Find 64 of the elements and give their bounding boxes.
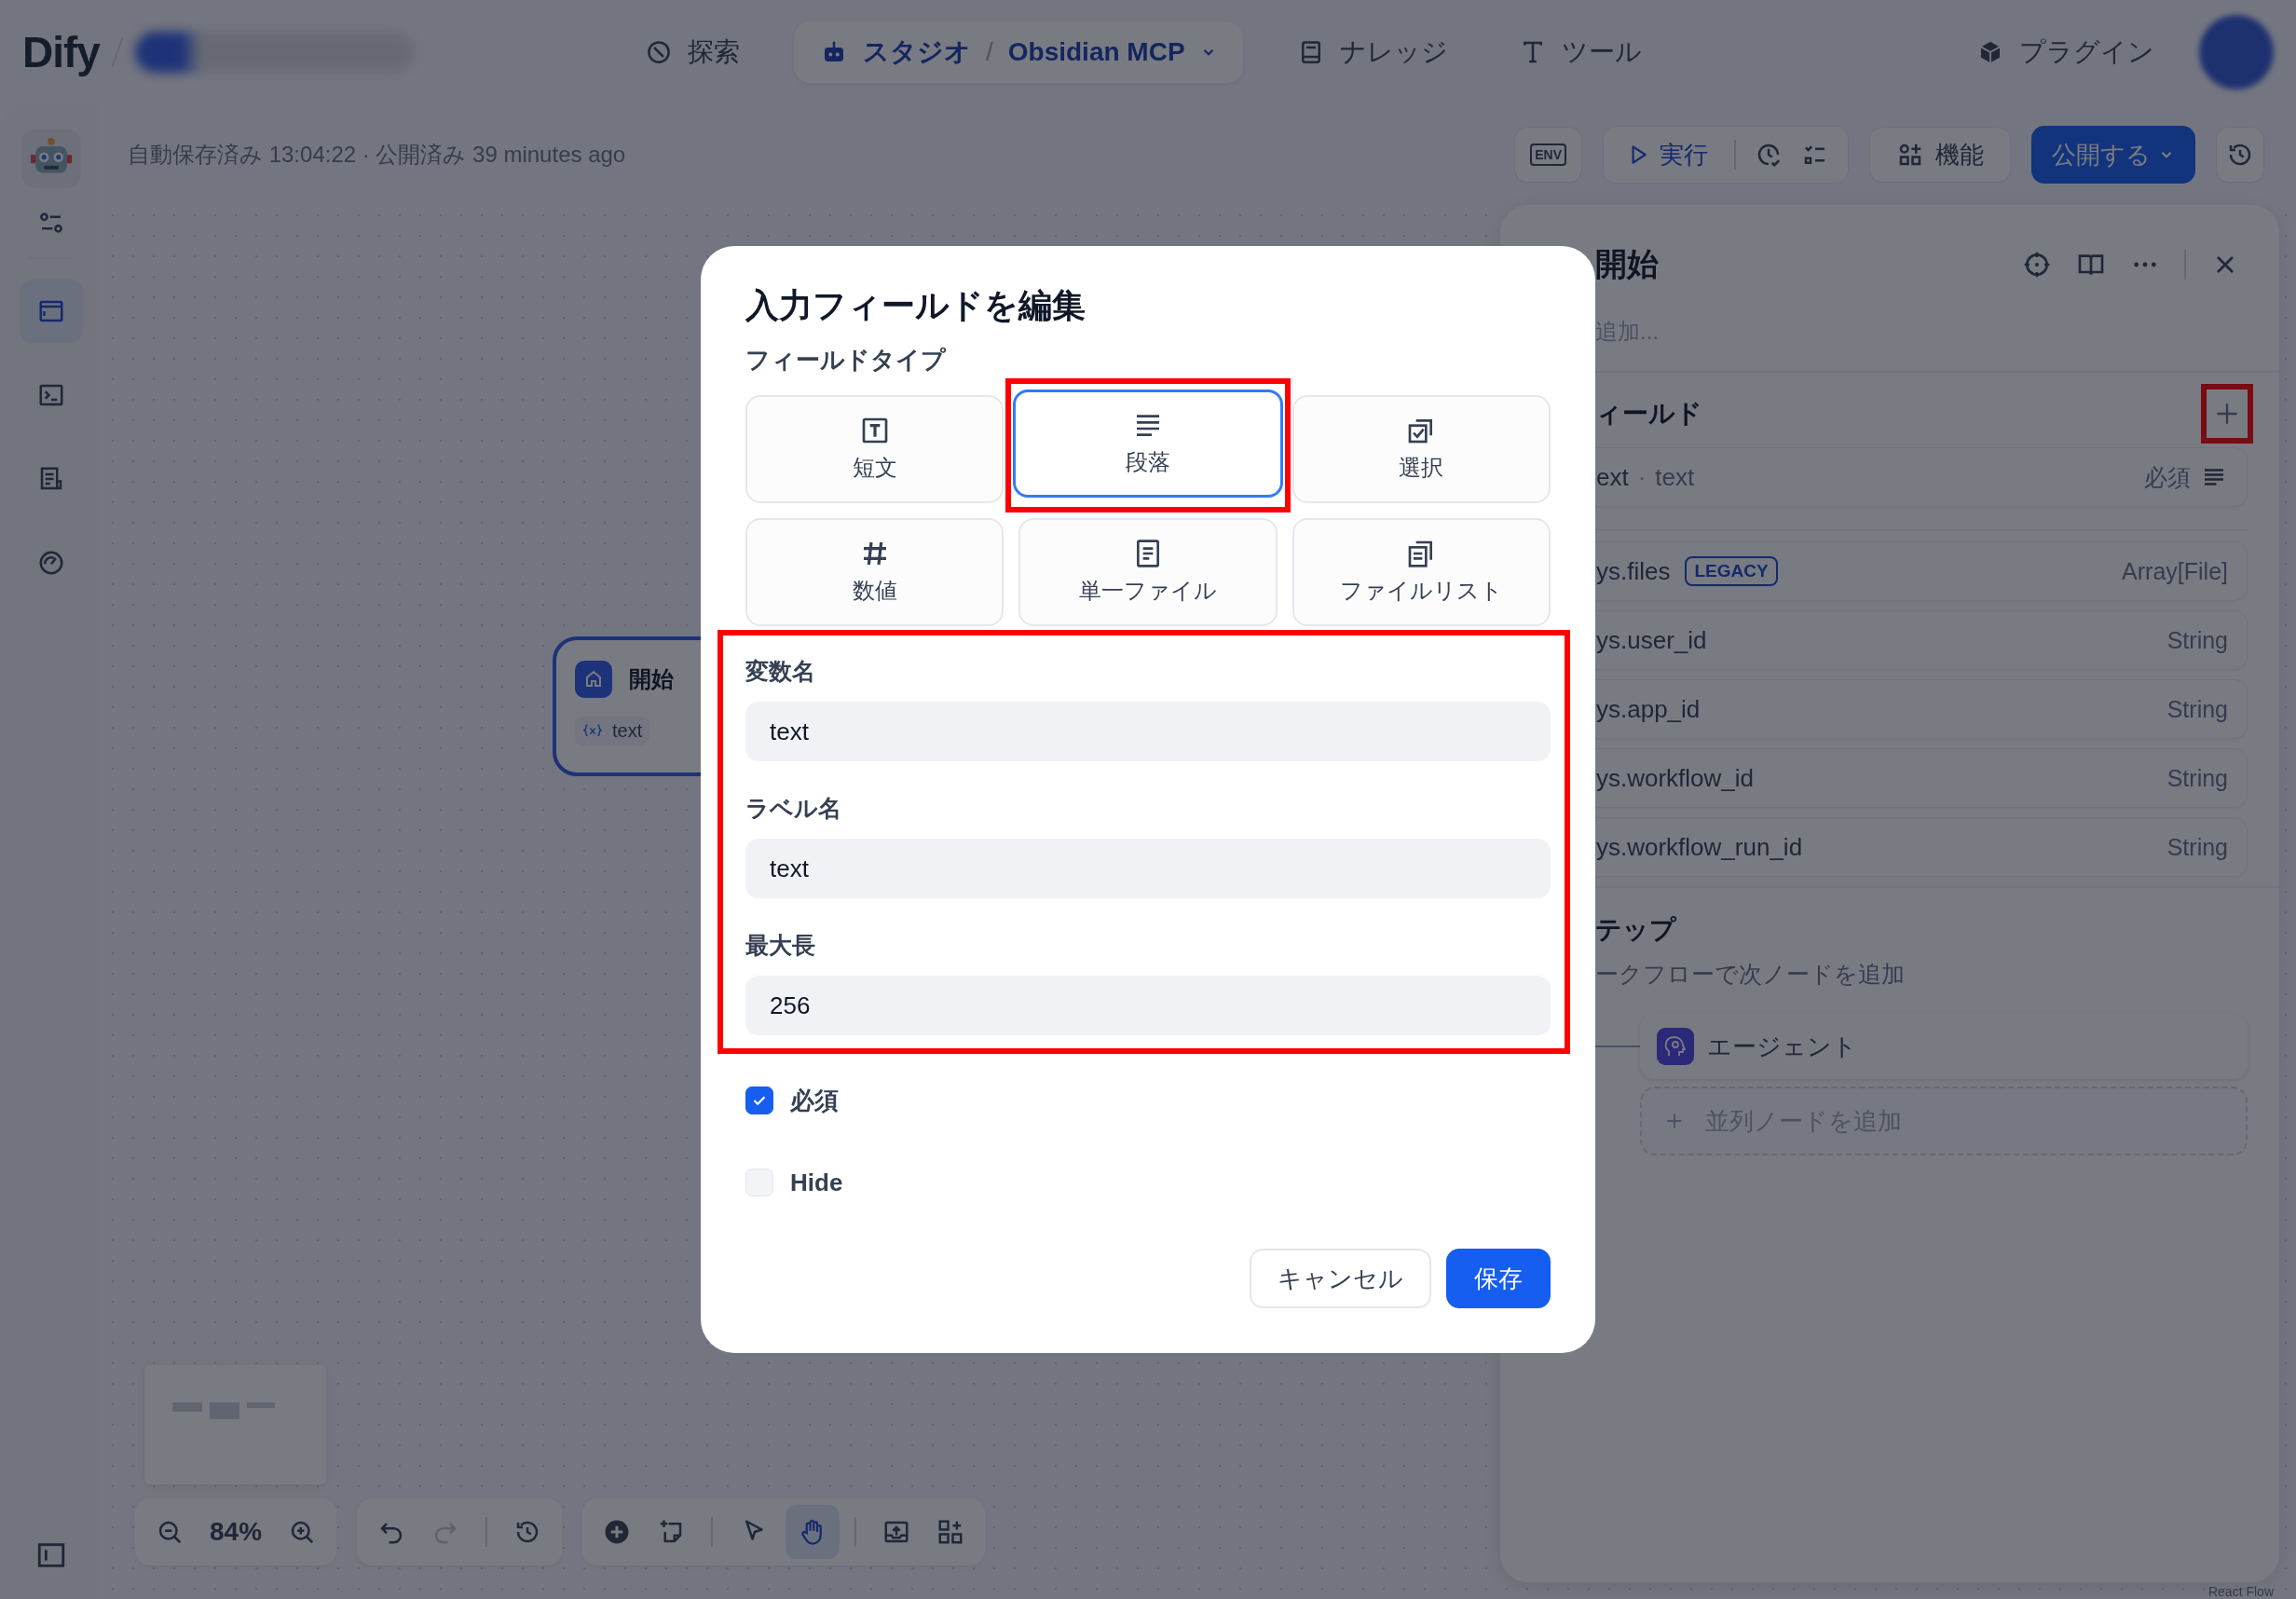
variable-type: String	[2166, 626, 2228, 654]
env-button[interactable]: ENV	[1514, 127, 1582, 183]
plugins-link[interactable]: プラグイン	[1960, 21, 2171, 83]
field-type-option[interactable]: 数値	[745, 518, 1004, 626]
nav-link[interactable]: 探索	[628, 21, 757, 83]
field-label: 最大長	[745, 931, 816, 960]
checkbox-label: Hide	[790, 1168, 843, 1197]
field-type-label: フィールドタイプ	[745, 345, 947, 376]
section-heading: テップ	[1595, 914, 1677, 946]
required-label: 必須	[2144, 462, 2191, 492]
input-field[interactable]: 256	[745, 976, 1551, 1035]
node-variable: text	[575, 717, 650, 745]
section-description: ークフローで次ノードを追加	[1595, 960, 1906, 989]
attribution-link[interactable]: React Flow	[2207, 1584, 2274, 1599]
variable-name: ys.workflow_run_id	[1596, 832, 1803, 862]
input-field[interactable]: text	[745, 702, 1551, 761]
variable-name: ys.user_id	[1596, 625, 1707, 655]
input-field[interactable]: text	[745, 839, 1551, 898]
agent-head-icon	[1657, 1028, 1694, 1065]
field-type-option[interactable]: 単一ファイル	[1018, 518, 1278, 626]
section-heading: ィールド	[1595, 398, 1702, 430]
variable-type: String	[2166, 833, 2228, 861]
variable-name: ext	[1596, 462, 1629, 492]
crosshair-icon[interactable]	[2022, 250, 2052, 280]
node-title: 開始	[629, 665, 674, 693]
variable-type: String	[2166, 764, 2228, 792]
field-label: 変数名	[745, 657, 816, 686]
field-type-option[interactable]: 短文	[745, 395, 1004, 503]
nav-link[interactable]: ナレッジ	[1279, 21, 1465, 83]
app-icon[interactable]	[21, 129, 81, 188]
sidebar-item[interactable]	[20, 280, 83, 343]
home-icon	[575, 661, 612, 698]
variable-name: ys.files	[1596, 556, 1671, 586]
variable-type: Array[File]	[2122, 557, 2228, 585]
organize-blocks-icon[interactable]	[936, 1518, 965, 1546]
next-node[interactable]: エージェント	[1640, 1014, 2248, 1079]
dialog-title: 入力フィールドを編集	[745, 285, 1086, 326]
hand-tool[interactable]	[786, 1505, 840, 1559]
panel-title: 開始	[1595, 245, 1659, 283]
zoom-level[interactable]: 84%	[210, 1517, 263, 1547]
avatar[interactable]	[2199, 15, 2274, 89]
field-type-option[interactable]: ファイルリスト	[1292, 518, 1551, 626]
publish-button[interactable]: 公開する	[2031, 126, 2195, 184]
checkbox-label: 必須	[790, 1085, 839, 1116]
version-history-button[interactable]	[2216, 127, 2264, 183]
variable-type: String	[2166, 695, 2228, 723]
checkbox[interactable]	[745, 1086, 773, 1114]
variable-name: ys.app_id	[1596, 694, 1701, 724]
variable-name: ys.workflow_id	[1596, 763, 1755, 793]
cancel-button[interactable]: キャンセル	[1250, 1249, 1431, 1308]
variable-label: text	[1655, 462, 1695, 492]
gauge-icon	[37, 549, 65, 577]
compass-icon	[645, 38, 673, 66]
legacy-badge: LEGACY	[1685, 556, 1778, 586]
nav-tab[interactable]: スタジオ / Obsidian MCP	[794, 21, 1243, 83]
field-type-option[interactable]: 段落	[1013, 390, 1283, 498]
features-button[interactable]: 機能	[1869, 127, 2011, 183]
field-label: ラベル名	[745, 794, 842, 823]
logo[interactable]: Dify	[22, 27, 100, 77]
save-button[interactable]: 保存	[1446, 1249, 1551, 1308]
autosave-status: 自動保存済み 13:04:22 · 公開済み 39 minutes ago	[128, 141, 626, 169]
field-type-option[interactable]: 選択	[1292, 395, 1551, 503]
connector-line	[1593, 1046, 1640, 1047]
nav-link[interactable]: ツール	[1501, 21, 1659, 83]
